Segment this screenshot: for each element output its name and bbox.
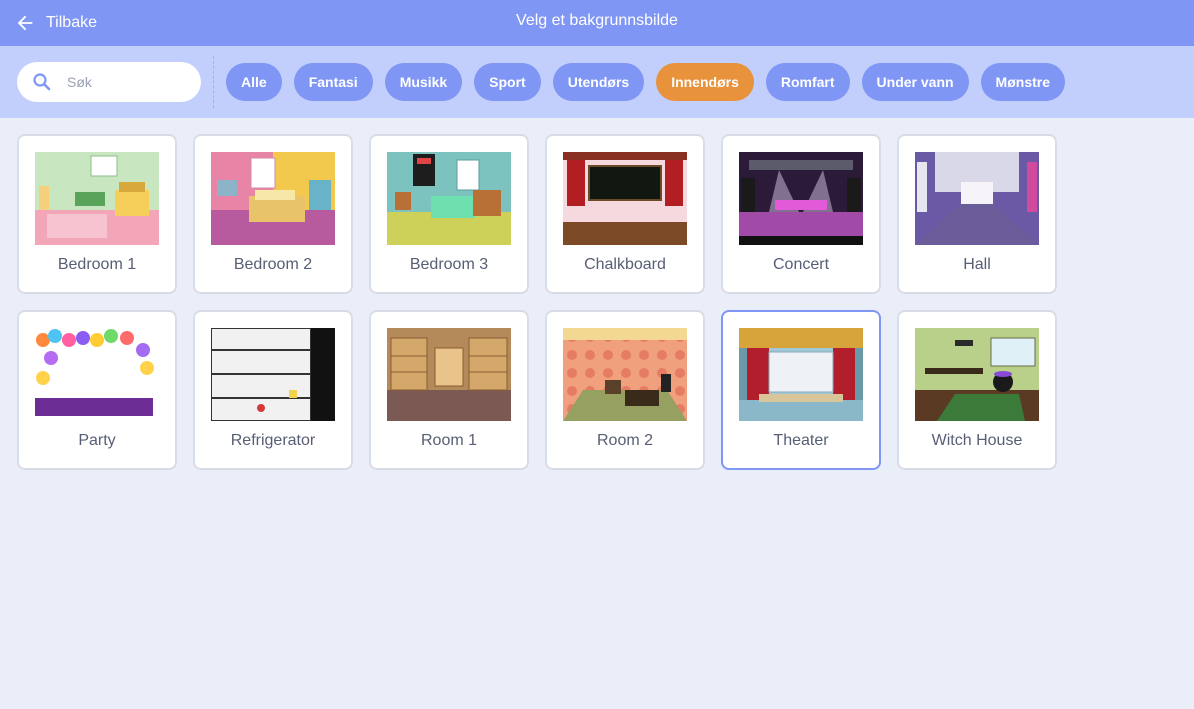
category-pill[interactable]: Mønstre <box>980 63 1065 101</box>
backdrop-card[interactable]: Bedroom 2 <box>193 134 353 294</box>
header-bar: Tilbake Velg et bakgrunnsbilde <box>0 0 1194 46</box>
backdrop-card[interactable]: Theater <box>721 310 881 470</box>
search-box[interactable] <box>17 62 201 102</box>
backdrop-thumbnail <box>563 152 687 245</box>
backdrop-card[interactable]: Concert <box>721 134 881 294</box>
backdrop-label: Room 2 <box>596 432 654 449</box>
search-input[interactable] <box>67 70 187 94</box>
backdrop-label: Bedroom 2 <box>233 256 313 273</box>
category-pill[interactable]: Utendørs <box>552 63 645 101</box>
backdrop-thumbnail <box>387 152 511 245</box>
backdrop-label: Theater <box>773 432 829 449</box>
filter-bar: Alle Fantasi Musikk Sport Utendørs Innendørs R… <box>0 46 1194 118</box>
category-pill[interactable]: Fantasi <box>293 63 373 101</box>
category-pill[interactable]: Under vann <box>861 63 969 101</box>
category-pill[interactable]: Sport <box>474 63 541 101</box>
backdrop-label: Hall <box>963 256 991 273</box>
backdrop-label: Witch House <box>931 432 1023 449</box>
backdrop-label: Party <box>78 432 116 449</box>
backdrop-thumbnail <box>563 328 687 421</box>
backdrop-card[interactable]: Chalkboard <box>545 134 705 294</box>
category-pill[interactable]: Innendørs <box>656 63 754 101</box>
backdrop-card[interactable]: Bedroom 3 <box>369 134 529 294</box>
backdrop-label: Concert <box>772 256 830 273</box>
backdrop-label: Chalkboard <box>584 256 666 273</box>
backdrop-label: Room 1 <box>420 432 478 449</box>
backdrop-grid: Bedroom 1 Bedroom 2 Bedroom 3 Chalkboard Con… <box>17 134 1057 470</box>
category-pill[interactable]: Musikk <box>384 63 463 101</box>
category-pill[interactable]: Romfart <box>765 63 850 101</box>
page-title: Velg et bakgrunnsbilde <box>516 12 678 29</box>
backdrop-thumbnail <box>915 328 1039 421</box>
backdrop-thumbnail <box>35 152 159 245</box>
backdrop-thumbnail <box>915 152 1039 245</box>
backdrop-card[interactable]: Room 2 <box>545 310 705 470</box>
backdrop-card[interactable]: Room 1 <box>369 310 529 470</box>
backdrop-thumbnail <box>211 152 335 245</box>
backdrop-card[interactable]: Witch House <box>897 310 1057 470</box>
backdrop-thumbnail <box>739 328 863 421</box>
backdrop-card[interactable]: Party <box>17 310 177 470</box>
category-pills: Alle Fantasi Musikk Sport Utendørs Innendørs R… <box>226 63 1065 101</box>
search-icon <box>33 73 51 91</box>
category-pill[interactable]: Alle <box>226 63 282 101</box>
backdrop-label: Refrigerator <box>230 432 316 449</box>
backdrop-thumbnail <box>211 328 335 421</box>
filter-divider <box>213 56 214 108</box>
backdrop-label: Bedroom 3 <box>409 256 489 273</box>
backdrop-card[interactable]: Refrigerator <box>193 310 353 470</box>
backdrop-thumbnail <box>387 328 511 421</box>
backdrop-thumbnail <box>739 152 863 245</box>
backdrop-card[interactable]: Hall <box>897 134 1057 294</box>
backdrop-label: Bedroom 1 <box>57 256 137 273</box>
backdrop-card[interactable]: Bedroom 1 <box>17 134 177 294</box>
backdrop-thumbnail <box>35 328 159 421</box>
